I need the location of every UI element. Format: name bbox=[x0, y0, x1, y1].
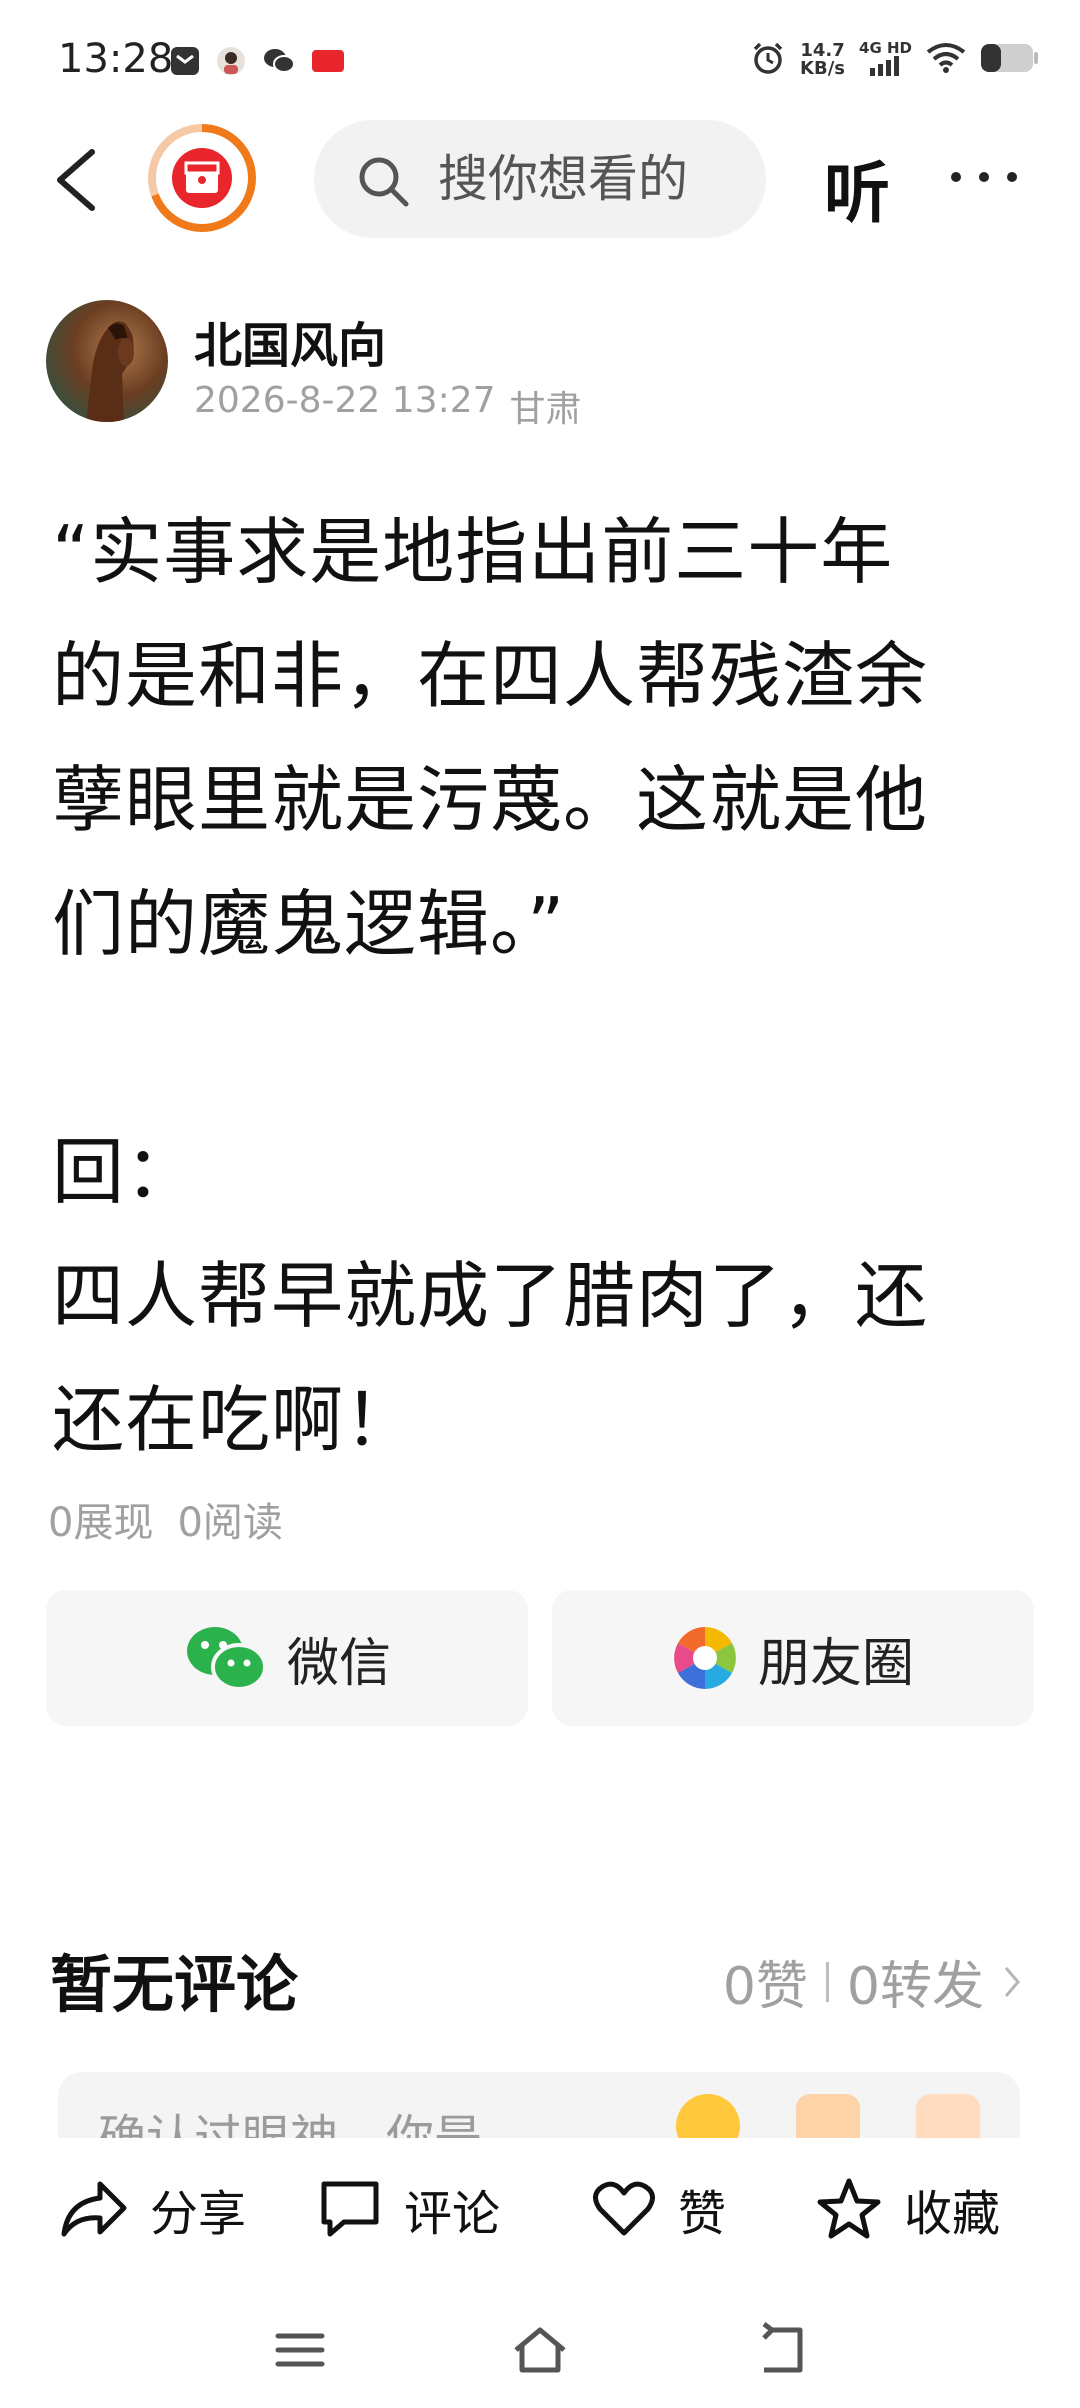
likes-count: 0赞 bbox=[722, 1957, 808, 2017]
home-button[interactable] bbox=[510, 2320, 570, 2380]
article-line: 孽眼里就是污蔑。这就是他 bbox=[52, 758, 929, 842]
comment-action-label: 评论 bbox=[404, 2186, 501, 2242]
battery-icon bbox=[980, 42, 1040, 78]
author-avatar[interactable] bbox=[46, 300, 168, 422]
return-icon bbox=[762, 2322, 803, 2373]
back-arrow-icon bbox=[57, 149, 95, 211]
quick-comment-text[interactable]: 确认过眼神，你是… bbox=[98, 2098, 530, 2138]
article-line: 们的魔鬼逻辑。” bbox=[52, 882, 566, 966]
share-moments-button[interactable]: 朋友圈 bbox=[552, 1590, 1034, 1726]
pray-emoji-icon[interactable] bbox=[916, 2094, 980, 2138]
post-meta: 2026-8-22 13:27 甘肃 bbox=[194, 380, 582, 432]
back-button[interactable] bbox=[44, 144, 116, 216]
engagement-counts[interactable]: 0赞 0转发 bbox=[723, 1944, 1022, 2019]
speed-unit: KB/s bbox=[800, 58, 846, 79]
back-nav-button[interactable] bbox=[752, 2320, 812, 2380]
share-arrow-icon bbox=[61, 2181, 127, 2237]
grin-emoji-icon[interactable] bbox=[676, 2094, 740, 2138]
counts-divider bbox=[825, 1961, 829, 2002]
horse-avatar-image bbox=[86, 321, 134, 422]
avatar-notification-icon bbox=[216, 46, 246, 80]
article-body: “实事求是地指出前三十年 的是和非，在四人帮残渣余 孽眼里就是污蔑。这就是他 们… bbox=[52, 490, 1042, 1482]
signal-icon bbox=[869, 56, 899, 76]
author-name[interactable]: 北国风向 bbox=[194, 306, 386, 376]
comment-bubble-icon bbox=[321, 2181, 379, 2237]
toutiao-badge-icon bbox=[312, 50, 344, 76]
more-button[interactable] bbox=[944, 162, 1024, 192]
thumbs-up-emoji-icon[interactable] bbox=[796, 2094, 860, 2138]
network-type: 4G HD bbox=[859, 39, 912, 57]
article-line: “实事求是地指出前三十年 bbox=[52, 510, 894, 594]
post-location: 甘肃 bbox=[509, 389, 582, 430]
message-icon bbox=[170, 46, 200, 80]
chevron-right-icon bbox=[1004, 1966, 1020, 1997]
forwards-count: 0转发 bbox=[846, 1957, 984, 2017]
search-bar[interactable] bbox=[314, 120, 766, 238]
toutiao-logo-icon bbox=[172, 148, 232, 208]
share-wechat-button[interactable]: 微信 bbox=[46, 1590, 528, 1726]
wifi-icon bbox=[926, 42, 966, 78]
impressions-count: 0展现 bbox=[48, 1500, 154, 1546]
more-dots-icon bbox=[951, 172, 1017, 182]
status-right-icons: 14.7 KB/s 4G HD bbox=[750, 40, 1040, 80]
comments-title: 暂无评论 bbox=[50, 1948, 299, 2021]
menu-button[interactable] bbox=[270, 2320, 330, 2380]
listen-button[interactable]: 听 bbox=[824, 140, 890, 236]
share-moments-label: 朋友圈 bbox=[757, 1633, 914, 1694]
like-action-label: 赞 bbox=[678, 2186, 727, 2242]
reads-count: 0阅读 bbox=[177, 1500, 283, 1546]
signal-indicator: 4G HD bbox=[859, 41, 912, 79]
comment-action[interactable]: 评论 bbox=[318, 2174, 500, 2244]
app-logo-button[interactable] bbox=[148, 124, 256, 232]
star-icon bbox=[817, 2178, 881, 2239]
notification-icons bbox=[170, 46, 344, 80]
wechat-icon bbox=[186, 1627, 267, 1691]
alarm-icon bbox=[750, 40, 786, 80]
menu-lines-icon bbox=[275, 2333, 325, 2367]
favorite-action[interactable]: 收藏 bbox=[816, 2174, 1000, 2244]
post-stats: 0展现 0阅读 bbox=[48, 1490, 283, 1548]
bottom-action-bar: 分享 评论 赞 收藏 bbox=[0, 2138, 1080, 2278]
article-line: 还在吃啊！ bbox=[52, 1378, 418, 1462]
status-time: 13:28 bbox=[58, 36, 174, 82]
favorite-action-label: 收藏 bbox=[904, 2186, 1001, 2242]
article-line: 四人帮早就成了腊肉了，还 bbox=[52, 1254, 929, 1338]
quick-comment-bar[interactable]: 确认过眼神，你是… bbox=[58, 2072, 1020, 2138]
heart-icon bbox=[593, 2181, 655, 2236]
share-action[interactable]: 分享 bbox=[60, 2174, 246, 2244]
article-line: 回： bbox=[52, 1130, 199, 1214]
network-speed: 14.7 KB/s bbox=[800, 42, 845, 78]
search-icon bbox=[359, 157, 409, 207]
share-action-label: 分享 bbox=[150, 2186, 247, 2242]
wechat-icon bbox=[262, 46, 296, 80]
moments-camera-icon bbox=[674, 1627, 736, 1689]
status-bar: 13:28 14.7 KB/s 4G HD bbox=[0, 0, 1080, 120]
top-navigation: 听 bbox=[0, 118, 1080, 242]
search-input[interactable] bbox=[438, 148, 758, 210]
like-action[interactable]: 赞 bbox=[592, 2174, 726, 2244]
post-date: 2026-8-22 13:27 bbox=[194, 380, 496, 421]
system-navigation-bar bbox=[0, 2290, 1080, 2408]
home-icon bbox=[514, 2327, 566, 2373]
article-line: 的是和非，在四人帮残渣余 bbox=[52, 634, 929, 718]
share-wechat-label: 微信 bbox=[286, 1633, 391, 1694]
